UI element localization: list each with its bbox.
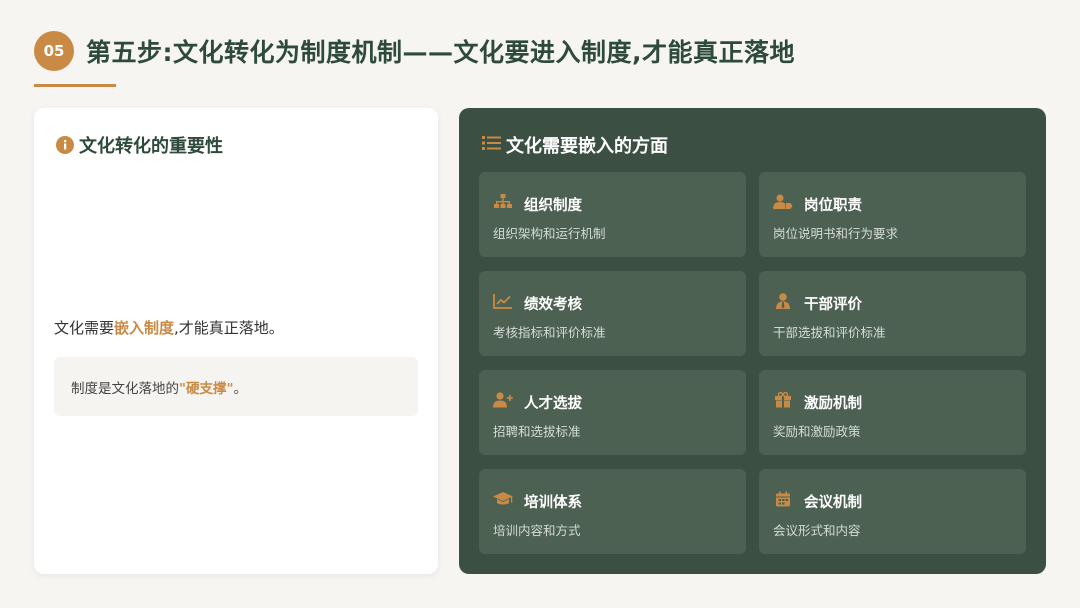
aspect-desc: 奖励和激励政策 [773, 424, 861, 439]
aspect-tile-org: 组织制度 组织架构和运行机制 [479, 172, 746, 257]
aspect-desc: 会议形式和内容 [773, 523, 861, 538]
quote-text: 制度是文化落地的 [71, 380, 179, 397]
aspect-tile-talent: 人才选拔 招聘和选拔标准 [479, 370, 746, 455]
graduation-cap-icon [493, 491, 513, 507]
aspects-heading: 文化需要嵌入的方面 [482, 132, 668, 158]
aspect-desc: 考核指标和评价标准 [493, 325, 606, 340]
info-icon [56, 136, 74, 154]
aspects-heading-text: 文化需要嵌入的方面 [506, 136, 668, 157]
quote-highlight: "硬支撑" [179, 380, 234, 397]
page-title: 第五步:文化转化为制度机制——文化要进入制度,才能真正落地 [86, 38, 795, 67]
statement-text-end: ,才能真正落地。 [174, 319, 284, 337]
aspect-desc: 干部选拔和评价标准 [773, 325, 886, 340]
aspect-title: 组织制度 [524, 198, 582, 214]
aspect-desc: 组织架构和运行机制 [493, 226, 606, 241]
aspect-tile-cadre: 干部评价 干部选拔和评价标准 [759, 271, 1026, 356]
aspect-title: 岗位职责 [804, 198, 862, 214]
page-header: 05 第五步:文化转化为制度机制——文化要进入制度,才能真正落地 [34, 31, 795, 71]
embedding-aspects-card: 文化需要嵌入的方面 组织制度 组织架构和运行机制 岗位职责 岗位说明书和行为要求… [459, 108, 1046, 574]
aspect-title: 绩效考核 [524, 297, 582, 313]
quote-text-end: 。 [233, 380, 248, 397]
step-number-badge: 05 [34, 31, 74, 71]
importance-statement: 文化需要嵌入制度,才能真正落地。 [54, 317, 284, 338]
gift-icon [773, 391, 793, 408]
aspect-tile-training: 培训体系 培训内容和方式 [479, 469, 746, 554]
aspect-tile-performance: 绩效考核 考核指标和评价标准 [479, 271, 746, 356]
aspect-title: 会议机制 [804, 495, 862, 511]
user-tie-icon [773, 293, 793, 309]
aspect-title: 人才选拔 [524, 396, 582, 412]
quote-box: 制度是文化落地的 "硬支撑"。 [54, 357, 418, 416]
aspect-title: 激励机制 [804, 396, 862, 412]
org-chart-icon [493, 194, 513, 210]
user-plus-icon [493, 392, 513, 408]
importance-heading: 文化转化的重要性 [56, 132, 223, 158]
line-chart-icon [493, 293, 513, 309]
user-tag-icon [773, 194, 793, 210]
aspect-title: 干部评价 [804, 297, 862, 313]
list-icon [482, 135, 502, 155]
importance-heading-text: 文化转化的重要性 [79, 136, 223, 157]
aspect-desc: 招聘和选拔标准 [493, 424, 581, 439]
aspect-tile-incentive: 激励机制 奖励和激励政策 [759, 370, 1026, 455]
title-underline [34, 84, 116, 87]
aspect-tile-duties: 岗位职责 岗位说明书和行为要求 [759, 172, 1026, 257]
importance-card: 文化转化的重要性 文化需要嵌入制度,才能真正落地。 制度是文化落地的 "硬支撑"。 [34, 108, 438, 574]
statement-highlight: 嵌入制度 [114, 319, 175, 337]
calendar-icon [773, 491, 793, 507]
aspect-desc: 岗位说明书和行为要求 [773, 226, 899, 241]
statement-text: 文化需要 [54, 319, 115, 337]
aspect-desc: 培训内容和方式 [493, 523, 581, 538]
aspect-tile-meeting: 会议机制 会议形式和内容 [759, 469, 1026, 554]
aspect-title: 培训体系 [524, 495, 582, 511]
